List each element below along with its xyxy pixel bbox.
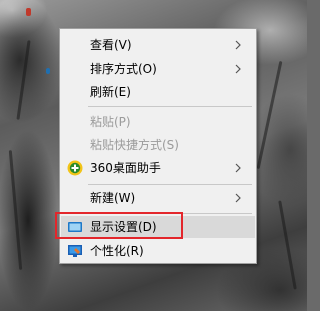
- menu-separator: [88, 184, 252, 185]
- menu-item-label: 个性化(R): [90, 244, 144, 258]
- desktop-context-menu: 查看(V) 排序方式(O) 刷新(E) 粘贴(P) 粘贴快捷方式(S) 360桌…: [59, 28, 257, 264]
- menu-item-label: 排序方式(O): [90, 62, 157, 76]
- menu-item-label: 粘贴(P): [90, 115, 131, 129]
- menu-item-new[interactable]: 新建(W): [61, 187, 255, 209]
- climber-blue: [46, 68, 50, 74]
- menu-item-personalize[interactable]: 个性化(R): [61, 240, 255, 262]
- climber-red: [26, 8, 31, 16]
- menu-item-360-assistant[interactable]: 360桌面助手: [61, 157, 255, 179]
- chevron-right-icon: [235, 64, 241, 74]
- personalize-icon: [68, 245, 82, 257]
- 360-assistant-icon: [67, 160, 83, 176]
- menu-item-label: 刷新(E): [90, 85, 131, 99]
- menu-item-paste[interactable]: 粘贴(P): [61, 111, 255, 133]
- menu-item-paste-shortcut[interactable]: 粘贴快捷方式(S): [61, 134, 255, 156]
- menu-item-sort-by[interactable]: 排序方式(O): [61, 58, 255, 80]
- display-settings-icon: [68, 222, 82, 232]
- menu-item-label: 360桌面助手: [90, 161, 161, 175]
- chevron-right-icon: [235, 193, 241, 203]
- menu-item-label: 粘贴快捷方式(S): [90, 138, 179, 152]
- chevron-right-icon: [235, 163, 241, 173]
- menu-item-label: 显示设置(D): [90, 220, 157, 234]
- chevron-right-icon: [235, 40, 241, 50]
- menu-separator: [88, 106, 252, 107]
- menu-item-label: 查看(V): [90, 38, 132, 52]
- menu-item-refresh[interactable]: 刷新(E): [61, 81, 255, 103]
- menu-separator: [88, 213, 252, 214]
- menu-item-display-settings[interactable]: 显示设置(D): [61, 216, 255, 238]
- menu-item-label: 新建(W): [90, 191, 136, 205]
- menu-item-view[interactable]: 查看(V): [61, 34, 255, 56]
